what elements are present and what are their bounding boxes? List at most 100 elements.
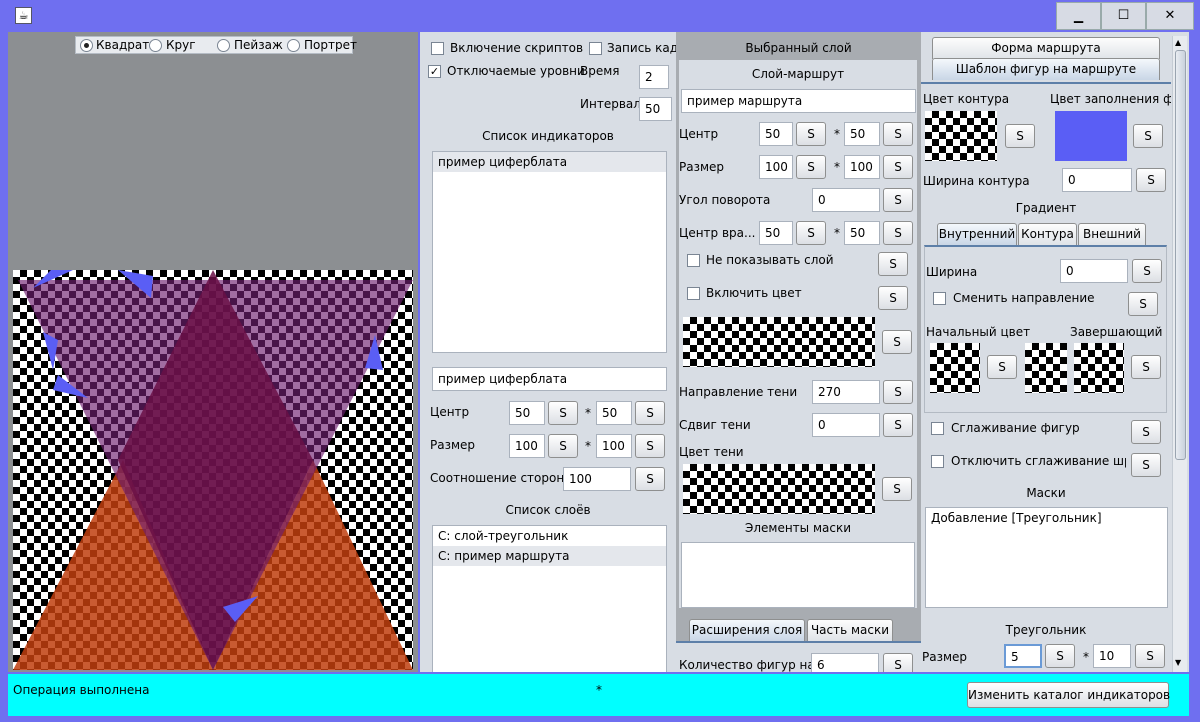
change-direction-checkbox[interactable] bbox=[933, 292, 946, 305]
shapes-count-input[interactable]: 6 bbox=[811, 653, 879, 672]
outline-width-input[interactable]: 0 bbox=[1062, 168, 1132, 192]
disable-smoothing-s-button[interactable]: S bbox=[1131, 453, 1161, 477]
size-h-input[interactable]: 100 bbox=[596, 434, 632, 458]
scripts-checkbox[interactable] bbox=[431, 42, 444, 55]
layer-size-w-input[interactable]: 100 bbox=[759, 155, 793, 179]
indicator-preview-canvas[interactable] bbox=[13, 270, 413, 670]
layer-name-input[interactable]: пример маршрута bbox=[681, 89, 916, 113]
layers-list[interactable]: С: слой-треугольник С: пример маршрута bbox=[432, 525, 667, 672]
center-x-s-button[interactable]: S bbox=[548, 401, 578, 425]
list-item[interactable]: пример циферблата bbox=[433, 152, 666, 172]
fill-color-swatch[interactable] bbox=[1055, 111, 1127, 161]
end-color-s-button[interactable]: S bbox=[1131, 355, 1161, 379]
layer-center-x-input[interactable]: 50 bbox=[759, 122, 793, 146]
indicators-list[interactable]: пример циферблата bbox=[432, 151, 667, 353]
gradient-width-s-button[interactable]: S bbox=[1132, 259, 1162, 283]
list-item[interactable]: Добавление [Треугольник] bbox=[926, 508, 1167, 528]
size-w-input[interactable]: 100 bbox=[509, 434, 545, 458]
outline-width-s-button[interactable]: S bbox=[1136, 168, 1166, 192]
shadow-direction-input[interactable]: 270 bbox=[812, 380, 880, 404]
end-color-swatch[interactable] bbox=[1074, 343, 1124, 393]
layer-size-h-s-button[interactable]: S bbox=[883, 155, 913, 179]
size-w-s-button[interactable]: S bbox=[548, 434, 578, 458]
tab-route-shape[interactable]: Форма маршрута bbox=[932, 37, 1160, 59]
close-button[interactable]: ✕ bbox=[1146, 2, 1194, 30]
levels-checkbox[interactable]: ✓ bbox=[428, 65, 441, 78]
rotation-x-s-button[interactable]: S bbox=[796, 221, 826, 245]
tab-gradient-outline[interactable]: Контура bbox=[1018, 223, 1077, 245]
tab-gradient-inner[interactable]: Внутренний bbox=[937, 223, 1017, 245]
middle-color-swatch[interactable] bbox=[1025, 343, 1067, 393]
radio-circle[interactable] bbox=[149, 39, 162, 52]
rotation-y-input[interactable]: 50 bbox=[844, 221, 880, 245]
enable-color-checkbox[interactable] bbox=[687, 287, 700, 300]
scrollbar-thumb[interactable] bbox=[1175, 50, 1186, 460]
list-item[interactable]: С: слой-треугольник bbox=[433, 526, 666, 546]
time-input[interactable]: 2 bbox=[639, 65, 669, 89]
maximize-button[interactable]: ☐ bbox=[1101, 2, 1146, 30]
change-direction-s-button[interactable]: S bbox=[1128, 292, 1158, 316]
tab-gradient-outer[interactable]: Внешний bbox=[1078, 223, 1146, 245]
masks-list[interactable]: Добавление [Треугольник] bbox=[925, 507, 1168, 608]
outline-color-s-button[interactable]: S bbox=[1005, 124, 1035, 148]
angle-input[interactable]: 0 bbox=[812, 188, 880, 212]
triangle-size-b-s-button[interactable]: S bbox=[1135, 644, 1165, 668]
center-y-s-button[interactable]: S bbox=[635, 401, 665, 425]
center-x-input[interactable]: 50 bbox=[509, 401, 545, 425]
times-sign: * bbox=[585, 439, 591, 453]
layers-list-title: Список слоёв bbox=[505, 503, 591, 517]
aspect-s-button[interactable]: S bbox=[635, 467, 665, 491]
route-settings-panel: Форма маршрута Шаблон фигур на маршруте … bbox=[921, 32, 1189, 672]
interval-input[interactable]: 50 bbox=[639, 97, 672, 121]
hide-layer-checkbox[interactable] bbox=[687, 254, 700, 267]
tab-mask-part[interactable]: Часть маски bbox=[807, 619, 893, 641]
gradient-width-input[interactable]: 0 bbox=[1060, 259, 1128, 283]
tab-layer-extensions[interactable]: Расширения слоя bbox=[689, 619, 805, 641]
radio-square[interactable] bbox=[80, 39, 93, 52]
change-catalog-button[interactable]: Изменить каталог индикаторов bbox=[967, 682, 1170, 708]
smooth-shapes-s-button[interactable]: S bbox=[1131, 420, 1161, 444]
layer-center-y-input[interactable]: 50 bbox=[844, 122, 880, 146]
radio-portrait[interactable] bbox=[287, 39, 300, 52]
center-y-input[interactable]: 50 bbox=[596, 401, 632, 425]
layer-color-swatch[interactable] bbox=[683, 317, 875, 367]
rotation-y-s-button[interactable]: S bbox=[883, 221, 913, 245]
enable-color-s-button[interactable]: S bbox=[878, 286, 908, 310]
scroll-down-arrow-icon[interactable]: ▼ bbox=[1175, 658, 1181, 667]
smooth-shapes-checkbox[interactable] bbox=[931, 422, 944, 435]
layer-size-h-input[interactable]: 100 bbox=[844, 155, 880, 179]
maximize-icon: ☐ bbox=[1117, 8, 1130, 23]
triangle-size-b-input[interactable]: 10 bbox=[1093, 644, 1131, 668]
shadow-color-swatch[interactable] bbox=[683, 464, 875, 514]
rotation-x-input[interactable]: 50 bbox=[759, 221, 793, 245]
indicator-name-input[interactable]: пример циферблата bbox=[432, 367, 667, 391]
mask-elements-list[interactable] bbox=[681, 542, 915, 608]
aspect-input[interactable]: 100 bbox=[563, 467, 631, 491]
list-item[interactable]: С: пример маршрута bbox=[433, 546, 666, 566]
outline-color-swatch[interactable] bbox=[925, 111, 997, 161]
shapes-count-s-button[interactable]: S bbox=[883, 653, 913, 672]
shadow-shift-input[interactable]: 0 bbox=[812, 413, 880, 437]
layer-size-w-s-button[interactable]: S bbox=[796, 155, 826, 179]
layer-color-s-button[interactable]: S bbox=[882, 330, 912, 354]
radio-landscape[interactable] bbox=[217, 39, 230, 52]
start-color-swatch[interactable] bbox=[930, 343, 980, 393]
layer-center-y-s-button[interactable]: S bbox=[883, 122, 913, 146]
triangle-size-a-input[interactable]: 5 bbox=[1004, 644, 1042, 668]
scroll-up-arrow-icon[interactable]: ▲ bbox=[1175, 38, 1181, 47]
disable-smoothing-checkbox[interactable] bbox=[931, 455, 944, 468]
record-frames-checkbox[interactable] bbox=[589, 42, 602, 55]
vertical-scrollbar[interactable]: ▲ ▼ bbox=[1172, 36, 1187, 672]
fill-color-s-button[interactable]: S bbox=[1133, 124, 1163, 148]
angle-s-button[interactable]: S bbox=[883, 188, 913, 212]
shadow-direction-s-button[interactable]: S bbox=[883, 380, 913, 404]
minimize-button[interactable]: ▁ bbox=[1056, 2, 1101, 30]
triangle-size-a-s-button[interactable]: S bbox=[1045, 644, 1075, 668]
layer-center-x-s-button[interactable]: S bbox=[796, 122, 826, 146]
start-color-s-button[interactable]: S bbox=[987, 355, 1017, 379]
size-h-s-button[interactable]: S bbox=[635, 434, 665, 458]
shadow-color-s-button[interactable]: S bbox=[882, 477, 912, 501]
shadow-shift-s-button[interactable]: S bbox=[883, 413, 913, 437]
tab-route-shape-template[interactable]: Шаблон фигур на маршруте bbox=[932, 58, 1160, 80]
hide-layer-s-button[interactable]: S bbox=[878, 252, 908, 276]
